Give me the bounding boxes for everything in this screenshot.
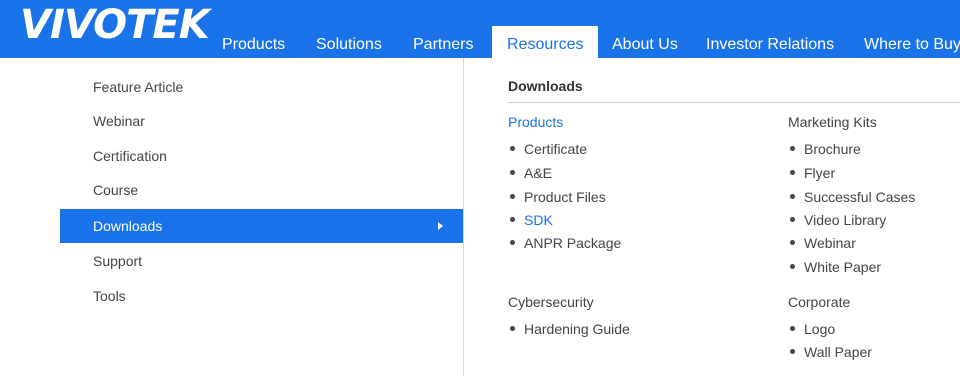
bullet-icon — [510, 193, 515, 199]
list-item-ae[interactable]: A&E — [510, 165, 552, 181]
list-item-label: ANPR Package — [524, 235, 622, 251]
list-item-label: Product Files — [524, 189, 606, 205]
list-item-anpr-package[interactable]: ANPR Package — [510, 235, 621, 251]
submenu-support[interactable]: Support — [60, 244, 463, 278]
list-item-sdk[interactable]: SDK — [510, 212, 553, 228]
menu-divider — [463, 58, 464, 376]
list-item-wall-paper[interactable]: Wall Paper — [790, 344, 872, 360]
list-item-label: Brochure — [804, 141, 861, 157]
list-item-label: White Paper — [804, 259, 882, 275]
top-nav-bar: VIVOTEK Products Solutions Partners Reso… — [0, 0, 960, 58]
bullet-icon — [790, 325, 795, 331]
submenu-downloads-label: Downloads — [93, 218, 163, 234]
bullet-icon — [790, 348, 795, 354]
bullet-icon — [790, 239, 795, 245]
bullet-icon — [510, 169, 515, 175]
bullet-icon — [790, 216, 795, 222]
vivotek-logo[interactable]: VIVOTEK — [20, 3, 210, 47]
submenu-course[interactable]: Course — [60, 173, 463, 207]
marketing-kits-heading[interactable]: Marketing Kits — [788, 114, 877, 130]
list-item-label: A&E — [524, 165, 553, 181]
list-item-webinar[interactable]: Webinar — [790, 235, 856, 251]
bullet-icon — [790, 169, 795, 175]
submenu-feature-article[interactable]: Feature Article — [60, 70, 463, 104]
cybersecurity-heading[interactable]: Cybersecurity — [508, 294, 594, 310]
chevron-right-icon — [438, 222, 443, 230]
list-item-label: Logo — [804, 321, 836, 337]
bullet-icon — [790, 145, 795, 151]
nav-products[interactable]: Products — [222, 36, 285, 54]
list-item-label: Certificate — [524, 141, 588, 157]
submenu-tools[interactable]: Tools — [60, 279, 463, 313]
list-item-label: Webinar — [804, 235, 856, 251]
bullet-icon — [510, 325, 515, 331]
nav-resources[interactable]: Resources — [492, 26, 599, 58]
list-item-successful-cases[interactable]: Successful Cases — [790, 189, 915, 205]
nav-about-us[interactable]: About Us — [612, 36, 678, 54]
list-item-label: Hardening Guide — [524, 321, 630, 337]
list-item-label: Successful Cases — [804, 189, 916, 205]
bullet-icon — [790, 263, 795, 269]
list-item-label: Flyer — [804, 165, 836, 181]
submenu-downloads[interactable]: Downloads — [60, 209, 463, 243]
list-item-certificate[interactable]: Certificate — [510, 141, 587, 157]
list-item-logo[interactable]: Logo — [790, 321, 835, 337]
nav-solutions[interactable]: Solutions — [316, 36, 382, 54]
bullet-icon — [790, 193, 795, 199]
submenu-webinar[interactable]: Webinar — [60, 104, 463, 138]
nav-where-to-buy[interactable]: Where to Buy — [864, 36, 960, 54]
products-heading[interactable]: Products — [508, 114, 563, 130]
downloads-title-divider — [508, 102, 960, 103]
list-item-hardening-guide[interactable]: Hardening Guide — [510, 321, 630, 337]
list-item-label: Wall Paper — [804, 344, 872, 360]
bullet-icon — [510, 145, 515, 151]
bullet-icon — [510, 239, 515, 245]
list-item-label: SDK — [524, 212, 553, 228]
list-item-white-paper[interactable]: White Paper — [790, 259, 881, 275]
list-item-product-files[interactable]: Product Files — [510, 189, 606, 205]
list-item-label: Video Library — [804, 212, 887, 228]
nav-partners[interactable]: Partners — [413, 36, 473, 54]
downloads-title: Downloads — [508, 78, 583, 94]
bullet-icon — [510, 216, 515, 222]
submenu-certification[interactable]: Certification — [60, 139, 463, 173]
nav-investor-relations[interactable]: Investor Relations — [706, 36, 834, 54]
corporate-heading[interactable]: Corporate — [788, 294, 850, 310]
list-item-flyer[interactable]: Flyer — [790, 165, 835, 181]
list-item-brochure[interactable]: Brochure — [790, 141, 861, 157]
list-item-video-library[interactable]: Video Library — [790, 212, 886, 228]
